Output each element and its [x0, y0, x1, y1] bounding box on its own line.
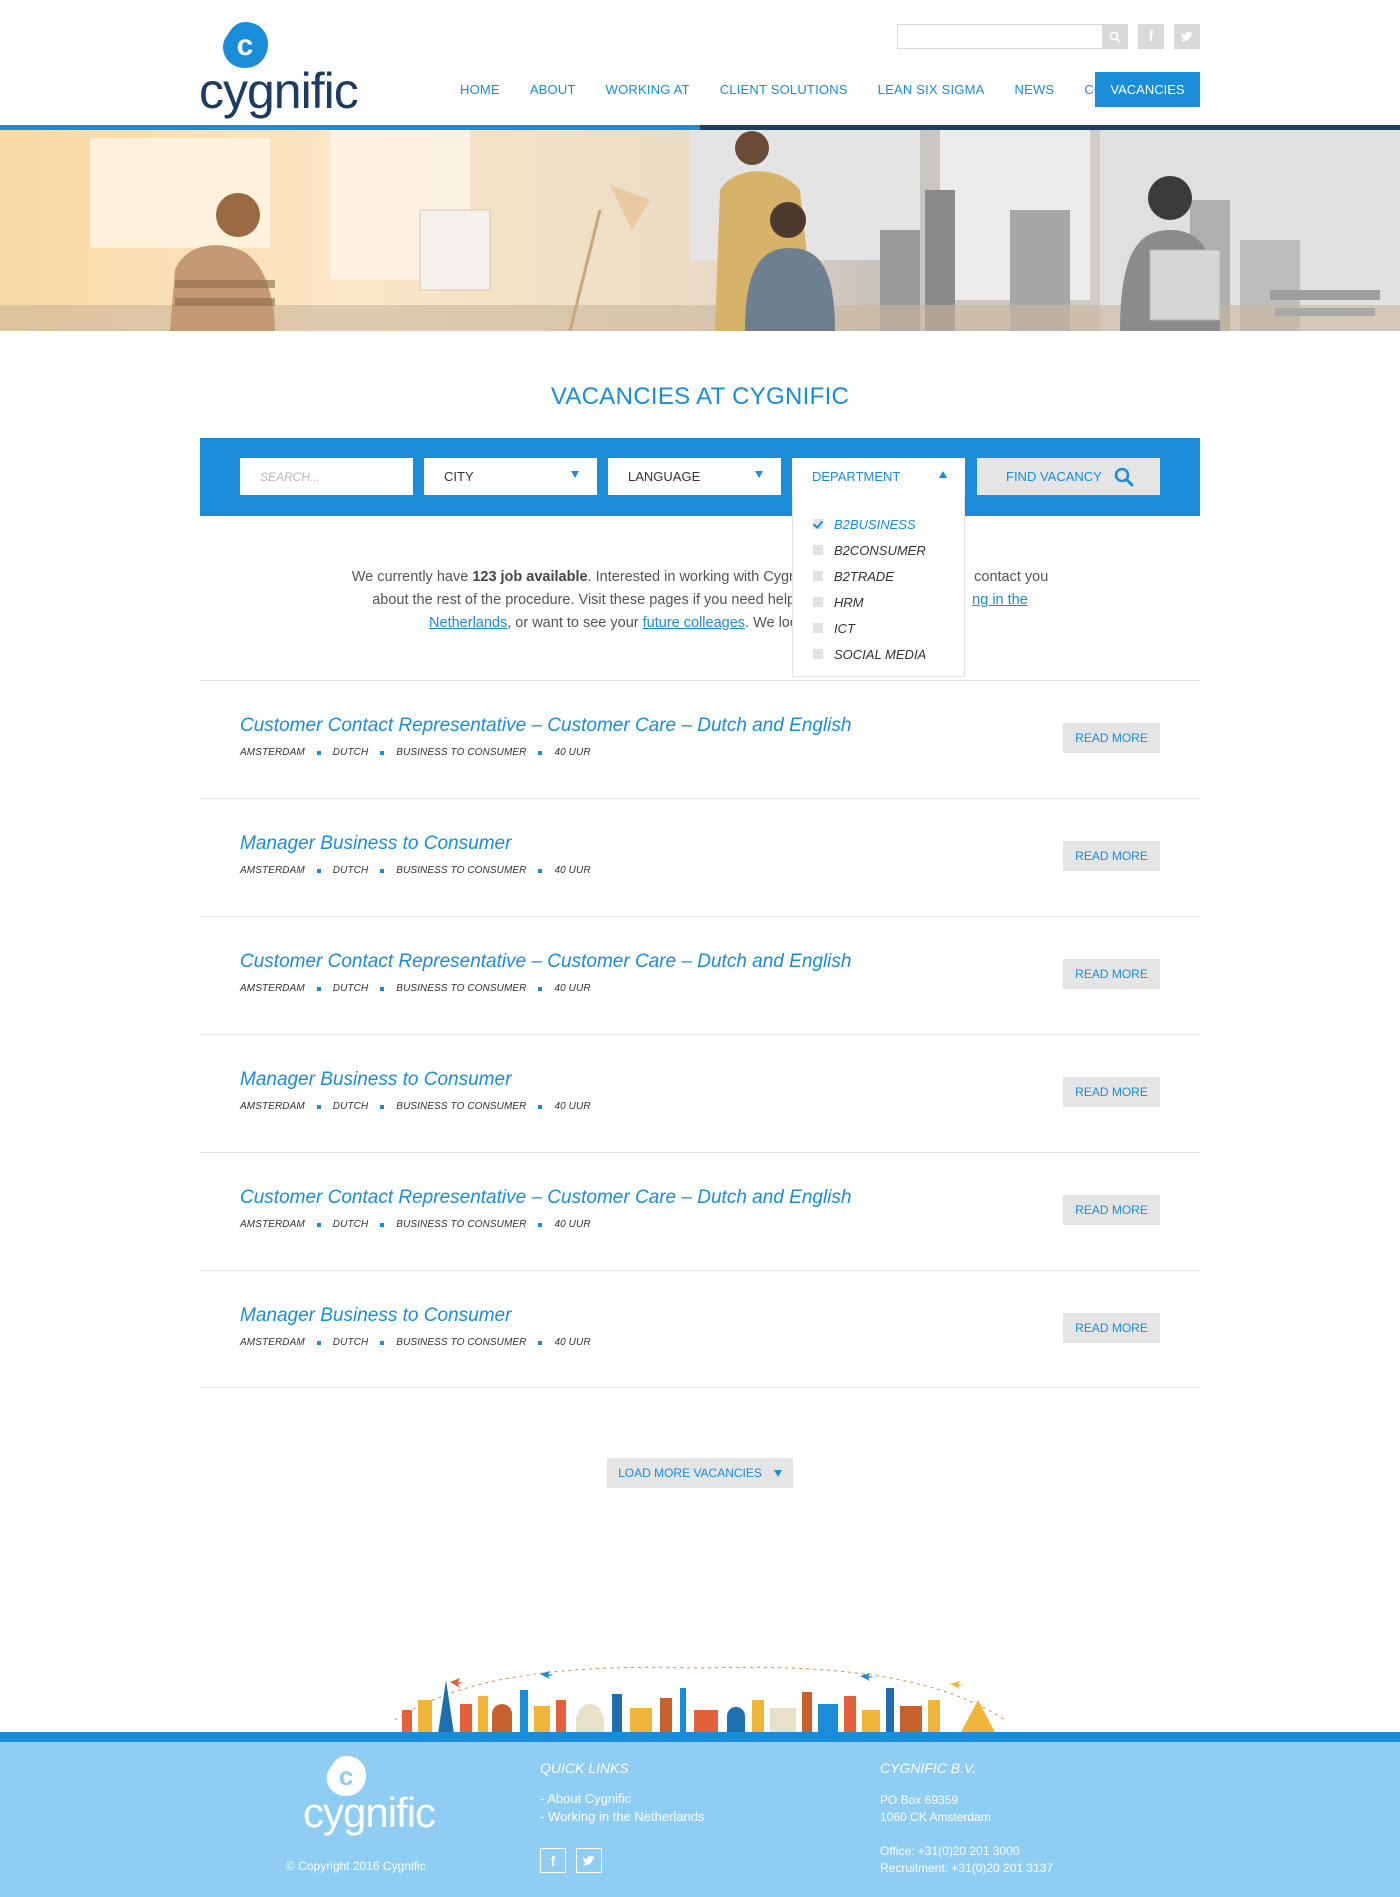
vacancy-filter-bar: SEARCH... CITY LANGUAGE DEPARTMENT FIND … — [200, 438, 1200, 516]
cygnific-logo[interactable]: c cygnific — [199, 20, 359, 120]
twitter-icon — [1180, 31, 1193, 41]
job-row: Manager Business to Consumer AMSTERDAM D… — [200, 798, 1200, 916]
job-title-link[interactable]: Customer Contact Representative – Custom… — [240, 1187, 851, 1209]
job-title-link[interactable]: Manager Business to Consumer — [240, 833, 511, 855]
load-more-button[interactable]: LOAD MORE VACANCIES — [607, 1458, 793, 1488]
job-meta: AMSTERDAM DUTCH BUSINESS TO CONSUMER 40 … — [240, 865, 591, 876]
job-row: Customer Contact Representative – Custom… — [200, 680, 1200, 798]
header-facebook-button[interactable]: f — [1138, 24, 1164, 49]
load-more-label: LOAD MORE VACANCIES — [618, 1466, 762, 1480]
search-icon — [1109, 31, 1121, 43]
nav-client-solutions[interactable]: CLIENT SOLUTIONS — [720, 82, 848, 97]
job-title-link[interactable]: Manager Business to Consumer — [240, 1305, 511, 1327]
svg-text:c: c — [237, 29, 254, 62]
job-list: Customer Contact Representative – Custom… — [200, 680, 1200, 1388]
city-select-label: CITY — [444, 469, 474, 484]
job-count: 123 job available — [472, 569, 588, 585]
main-nav: HOME ABOUT WORKING AT CLIENT SOLUTIONS L… — [460, 72, 1178, 106]
world-landmarks-illustration — [390, 1660, 1010, 1734]
footer-wordmark: cygnific — [303, 1789, 436, 1836]
department-option-social-media[interactable]: SOCIAL MEDIA — [793, 641, 964, 667]
language-select[interactable]: LANGUAGE — [608, 458, 781, 495]
read-more-button[interactable]: READ MORE — [1063, 841, 1160, 871]
hero-office-photo — [0, 130, 1400, 331]
office-phone[interactable]: Office: +31(0)20 201 3000 — [880, 1844, 1020, 1858]
nav-news[interactable]: NEWS — [1015, 82, 1055, 97]
department-dropdown-menu: B2BUSINESS B2CONSUMER B2TRADE HRM ICT SO… — [792, 495, 965, 677]
footer-link-about[interactable]: - About Cygnific — [540, 1791, 631, 1806]
chevron-down-icon — [571, 471, 579, 478]
footer-link-working-nl[interactable]: - Working in the Netherlands — [540, 1809, 705, 1824]
job-title-link[interactable]: Customer Contact Representative – Custom… — [240, 715, 851, 737]
job-title-link[interactable]: Customer Contact Representative – Custom… — [240, 951, 851, 973]
department-select[interactable]: DEPARTMENT — [792, 458, 965, 495]
nav-vacancies[interactable]: VACANCIES — [1095, 72, 1200, 107]
checkbox-icon[interactable] — [813, 597, 823, 607]
job-row: Manager Business to Consumer AMSTERDAM D… — [200, 1270, 1200, 1388]
header-search-button[interactable] — [1102, 24, 1128, 49]
read-more-button[interactable]: READ MORE — [1063, 723, 1160, 753]
copyright-text: © Copyright 2016 Cygnific — [286, 1859, 426, 1873]
future-colleagues-link[interactable]: future colleages — [643, 615, 745, 631]
find-vacancy-button[interactable]: FIND VACANCY — [977, 458, 1160, 495]
job-meta: AMSTERDAM DUTCH BUSINESS TO CONSUMER 40 … — [240, 1101, 591, 1112]
nav-lean-six-sigma[interactable]: LEAN SIX SIGMA — [878, 82, 985, 97]
find-vacancy-label: FIND VACANCY — [1006, 469, 1102, 484]
department-option-hrm[interactable]: HRM — [793, 589, 964, 615]
job-title-link[interactable]: Manager Business to Consumer — [240, 1069, 511, 1091]
job-row: Customer Contact Representative – Custom… — [200, 1152, 1200, 1270]
checkbox-checked-icon[interactable] — [813, 519, 823, 529]
chevron-down-icon — [755, 471, 763, 478]
footer-facebook-button[interactable]: f — [540, 1848, 566, 1873]
chevron-up-icon — [939, 471, 947, 478]
nav-working-at[interactable]: WORKING AT — [606, 82, 690, 97]
working-in-nl-link[interactable]: ng in the — [972, 592, 1028, 608]
nav-about[interactable]: ABOUT — [530, 82, 576, 97]
read-more-button[interactable]: READ MORE — [1063, 1313, 1160, 1343]
department-select-label: DEPARTMENT — [812, 469, 901, 484]
checkbox-icon[interactable] — [813, 649, 823, 659]
checkbox-icon[interactable] — [813, 545, 823, 555]
logo-wordmark: cygnific — [199, 63, 359, 119]
checkbox-icon[interactable] — [813, 623, 823, 633]
department-option-b2trade[interactable]: B2TRADE — [793, 563, 964, 589]
job-meta: AMSTERDAM DUTCH BUSINESS TO CONSUMER 40 … — [240, 1219, 591, 1230]
read-more-button[interactable]: READ MORE — [1063, 1195, 1160, 1225]
page-title: VACANCIES AT CYGNIFIC — [550, 383, 850, 410]
job-row: Manager Business to Consumer AMSTERDAM D… — [200, 1034, 1200, 1152]
site-header: c cygnific f HOME ABOUT WORKING AT CLIEN… — [0, 0, 1400, 130]
read-more-button[interactable]: READ MORE — [1063, 959, 1160, 989]
address-line: 1060 CK Amsterdam — [880, 1810, 991, 1824]
search-icon — [1114, 467, 1134, 487]
job-meta: AMSTERDAM DUTCH BUSINESS TO CONSUMER 40 … — [240, 1337, 591, 1348]
checkbox-icon[interactable] — [813, 571, 823, 581]
job-meta: AMSTERDAM DUTCH BUSINESS TO CONSUMER 40 … — [240, 747, 591, 758]
recruitment-phone[interactable]: Recruitment: +31(0)20 201 3137 — [880, 1861, 1053, 1875]
header-twitter-button[interactable] — [1174, 24, 1200, 49]
department-option-ict[interactable]: ICT — [793, 615, 964, 641]
header-search-input[interactable] — [897, 24, 1103, 49]
hero-banner — [0, 130, 1400, 331]
svg-text:c: c — [339, 1761, 354, 1791]
footer-twitter-button[interactable] — [576, 1848, 602, 1873]
quick-links-heading: QUICK LINKS — [540, 1760, 629, 1776]
chevron-down-icon — [773, 1469, 782, 1477]
nav-home[interactable]: HOME — [460, 82, 500, 97]
footer-logo[interactable]: c cygnific — [303, 1754, 436, 1838]
facebook-icon: f — [1148, 28, 1154, 45]
working-in-nl-link-cont[interactable]: Netherlands — [429, 615, 507, 631]
address-line: PO Box 69359 — [880, 1793, 959, 1807]
city-select[interactable]: CITY — [424, 458, 597, 495]
department-option-b2business[interactable]: B2BUSINESS — [793, 511, 964, 537]
company-heading: CYGNIFIC B.V. — [880, 1760, 977, 1776]
department-option-b2consumer[interactable]: B2CONSUMER — [793, 537, 964, 563]
landmarks-icon — [394, 1666, 1006, 1734]
read-more-button[interactable]: READ MORE — [1063, 1077, 1160, 1107]
vacancy-search-input[interactable]: SEARCH... — [240, 458, 413, 495]
twitter-icon — [582, 1855, 595, 1865]
job-row: Customer Contact Representative – Custom… — [200, 916, 1200, 1034]
job-meta: AMSTERDAM DUTCH BUSINESS TO CONSUMER 40 … — [240, 983, 591, 994]
language-select-label: LANGUAGE — [628, 469, 701, 484]
facebook-icon: f — [550, 1852, 556, 1869]
